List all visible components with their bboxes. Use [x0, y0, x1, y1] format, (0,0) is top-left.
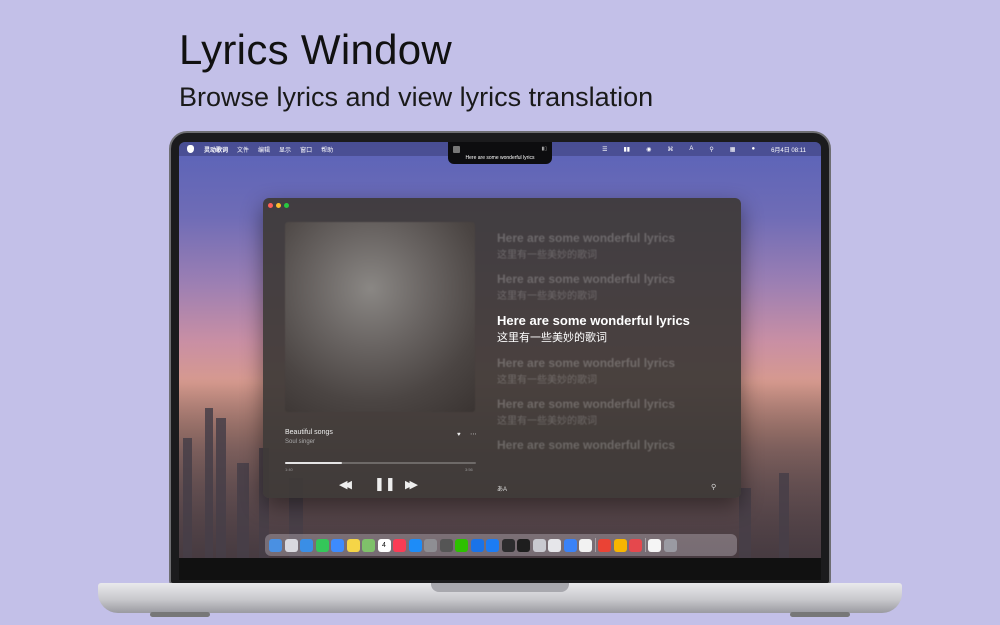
time-total: 3:56 — [465, 467, 473, 472]
dock-document-icon[interactable] — [648, 538, 661, 552]
lyric-line[interactable]: Here are some wonderful lyrics 这里有一些美妙的歌词 — [497, 356, 735, 386]
minimize-button[interactable] — [276, 203, 281, 208]
menu-window[interactable]: 窗口 — [300, 145, 312, 154]
dock-screenshot-icon[interactable] — [563, 538, 577, 552]
lyric-line[interactable]: Here are some wonderful lyrics — [497, 438, 735, 452]
dock-messages-icon[interactable] — [315, 538, 329, 552]
lyric-text: Here are some wonderful lyrics — [497, 397, 676, 411]
wifi-icon[interactable]: ⌘ — [667, 146, 673, 153]
menu-view[interactable]: 显示 — [279, 145, 291, 154]
dock: 4 — [265, 534, 737, 556]
menu-help[interactable]: 帮助 — [321, 145, 333, 154]
waveform-icon: ▮▯ — [541, 146, 547, 152]
subheadline: Browse lyrics and view lyrics translatio… — [179, 82, 654, 112]
progress-bar[interactable] — [285, 462, 476, 464]
lyrics-window: Beautiful songs Soul singer ♥ ⋯ 1:40 3:5… — [263, 198, 741, 498]
notch-lyrics-display[interactable]: ▮▯ Here are some wonderful lyrics — [448, 142, 552, 164]
control-center-icon[interactable]: ▦ — [730, 146, 736, 153]
lyric-text: Here are some wonderful lyrics — [497, 356, 676, 370]
dock-sketch-icon[interactable] — [613, 538, 627, 552]
lyric-line-active[interactable]: Here are some wonderful lyrics 这里有一些美妙的歌词 — [497, 313, 735, 345]
notch-current-lyric: Here are some wonderful lyrics — [465, 155, 535, 161]
dock-notes-icon[interactable] — [346, 538, 360, 552]
dock-wechat-icon[interactable] — [455, 538, 468, 552]
lyric-line[interactable]: Here are some wonderful lyrics 这里有一些美妙的歌词 — [497, 397, 735, 427]
screen-bezel-bottom — [179, 558, 821, 580]
laptop-foot-left — [150, 612, 210, 617]
close-button[interactable] — [268, 203, 273, 208]
laptop-base-notch — [431, 583, 569, 592]
dock-activity-icon[interactable] — [579, 538, 592, 552]
dock-preview-icon[interactable] — [532, 538, 546, 552]
lyric-text: Here are some wonderful lyrics — [497, 231, 676, 245]
lyric-line[interactable]: Here are some wonderful lyrics 这里有一些美妙的歌词 — [497, 272, 735, 302]
dock-finder-icon[interactable] — [269, 538, 282, 552]
dock-xcode-icon[interactable] — [486, 538, 499, 552]
dock-trash-icon[interactable] — [663, 538, 677, 552]
dock-music-icon[interactable] — [393, 538, 406, 552]
lyric-text: Here are some wonderful lyrics — [497, 313, 690, 328]
dock-location-icon[interactable] — [470, 538, 484, 552]
notch-album-art — [453, 146, 460, 153]
dock-calculator-icon[interactable] — [439, 538, 453, 552]
search-icon[interactable]: ⚲ — [711, 483, 716, 491]
pause-icon[interactable]: ❚❚ — [374, 477, 396, 490]
menu-file[interactable]: 文件 — [237, 145, 249, 154]
rewind-icon[interactable]: ◀◀ — [339, 479, 352, 491]
siri-icon[interactable]: ● — [751, 146, 755, 152]
date-time[interactable]: 6月4日 08:11 — [771, 145, 806, 154]
lyrics-list: Here are some wonderful lyrics 这里有一些美妙的歌词… — [497, 231, 735, 463]
lyric-translation: 这里有一些美妙的歌词 — [497, 375, 597, 386]
screen-record-icon[interactable]: ◉ — [646, 146, 651, 153]
dock-mail-icon[interactable] — [331, 538, 344, 552]
dock-launchpad-icon[interactable] — [284, 538, 298, 552]
dock-separator — [594, 538, 596, 552]
lyric-translation: 这里有一些美妙的歌词 — [497, 332, 607, 344]
dock-calendar-icon[interactable]: 4 — [377, 538, 391, 552]
lyric-text: Here are some wonderful lyrics — [497, 272, 676, 286]
dock-separator — [644, 538, 646, 552]
lyric-translation: 这里有一些美妙的歌词 — [497, 250, 597, 261]
headline: Lyrics Window — [179, 26, 453, 73]
lyric-text: Here are some wonderful lyrics — [497, 438, 676, 452]
dock-todo-icon[interactable] — [629, 538, 642, 552]
dock-app-store-icon[interactable] — [408, 538, 422, 552]
album-artwork — [285, 222, 475, 412]
dock-photo-app-icon[interactable] — [548, 538, 561, 552]
track-artist: Soul singer — [285, 439, 316, 445]
time-elapsed: 1:40 — [285, 467, 293, 472]
progress-fill — [285, 462, 343, 464]
track-title: Beautiful songs — [285, 429, 333, 436]
ellipsis-icon[interactable]: ⋯ — [470, 430, 477, 438]
lyric-line[interactable]: Here are some wonderful lyrics 这里有一些美妙的歌词 — [497, 231, 735, 261]
laptop-screen: 灵动歌词 文件 编辑 显示 窗口 帮助 ☰ ▮▮ ◉ ⌘ A ⚲ ▦ ● 6月4… — [179, 142, 821, 558]
dock-safari-icon[interactable] — [300, 538, 313, 552]
dock-system-settings-icon[interactable] — [424, 538, 437, 552]
dock-terminal-icon[interactable] — [517, 538, 530, 552]
menu-edit[interactable]: 编辑 — [258, 145, 270, 154]
lyric-translation: 这里有一些美妙的歌词 — [497, 416, 597, 427]
translate-icon[interactable]: あA — [497, 484, 507, 493]
lyrics-menu-icon[interactable]: ☰ — [602, 146, 607, 153]
dock-scripts-icon[interactable] — [501, 538, 515, 552]
menu-app-name[interactable]: 灵动歌词 — [204, 145, 228, 154]
zoom-button[interactable] — [284, 203, 289, 208]
dock-chrome-icon[interactable] — [598, 538, 611, 552]
heart-icon[interactable]: ♥ — [457, 432, 461, 438]
fast-forward-icon[interactable]: ▶▶ — [405, 479, 418, 491]
dock-maps-icon[interactable] — [362, 538, 375, 552]
search-menu-icon[interactable]: ⚲ — [709, 146, 713, 153]
apple-icon[interactable] — [187, 145, 194, 153]
input-method-icon[interactable]: A — [689, 146, 693, 152]
battery-icon[interactable]: ▮▮ — [624, 146, 631, 153]
laptop-foot-right — [790, 612, 850, 617]
lyric-translation: 这里有一些美妙的歌词 — [497, 291, 597, 302]
